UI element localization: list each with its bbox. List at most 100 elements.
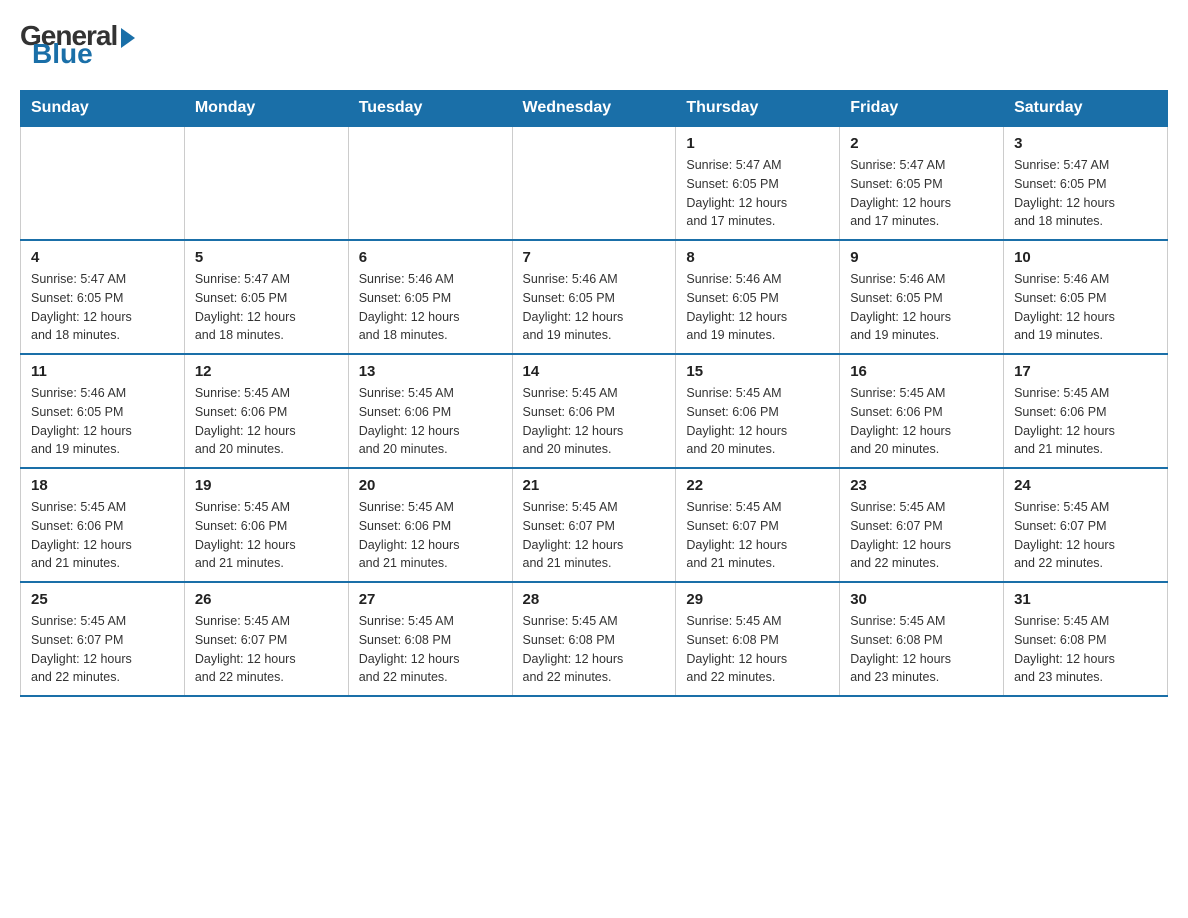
day-info: Sunrise: 5:47 AMSunset: 6:05 PMDaylight:… (850, 156, 993, 231)
calendar-week-row: 4 Sunrise: 5:47 AMSunset: 6:05 PMDaylight… (21, 240, 1168, 354)
day-info: Sunrise: 5:45 AMSunset: 6:08 PMDaylight:… (850, 612, 993, 687)
day-number: 11 (31, 363, 174, 380)
day-number: 27 (359, 591, 502, 608)
calendar-week-row: 18 Sunrise: 5:45 AMSunset: 6:06 PMDayligh… (21, 468, 1168, 582)
day-number: 21 (523, 477, 666, 494)
day-number: 15 (686, 363, 829, 380)
calendar-cell (348, 126, 512, 240)
day-info: Sunrise: 5:45 AMSunset: 6:06 PMDaylight:… (686, 384, 829, 459)
day-info: Sunrise: 5:45 AMSunset: 6:07 PMDaylight:… (523, 498, 666, 573)
calendar-week-row: 25 Sunrise: 5:45 AMSunset: 6:07 PMDayligh… (21, 582, 1168, 696)
calendar-cell: 16Sunrise: 5:45 AMSunset: 6:06 PMDayligh… (840, 354, 1004, 468)
calendar-cell: 9 Sunrise: 5:46 AMSunset: 6:05 PMDaylight… (840, 240, 1004, 354)
calendar-cell: 28 Sunrise: 5:45 AMSunset: 6:08 PMDayligh… (512, 582, 676, 696)
calendar-cell: 17Sunrise: 5:45 AMSunset: 6:06 PMDayligh… (1004, 354, 1168, 468)
calendar-cell: 27Sunrise: 5:45 AMSunset: 6:08 PMDayligh… (348, 582, 512, 696)
calendar-cell: 14 Sunrise: 5:45 AMSunset: 6:06 PMDayligh… (512, 354, 676, 468)
day-info: Sunrise: 5:45 AMSunset: 6:06 PMDaylight:… (523, 384, 666, 459)
calendar-header-tuesday: Tuesday (348, 91, 512, 127)
day-number: 9 (850, 249, 993, 266)
calendar-header-row: SundayMondayTuesdayWednesdayThursdayFrid… (21, 91, 1168, 127)
calendar-cell: 12 Sunrise: 5:45 AMSunset: 6:06 PMDayligh… (184, 354, 348, 468)
calendar-cell: 1Sunrise: 5:47 AMSunset: 6:05 PMDaylight… (676, 126, 840, 240)
day-number: 4 (31, 249, 174, 266)
calendar-header-saturday: Saturday (1004, 91, 1168, 127)
day-number: 3 (1014, 135, 1157, 152)
day-number: 2 (850, 135, 993, 152)
calendar-header-monday: Monday (184, 91, 348, 127)
day-info: Sunrise: 5:46 AMSunset: 6:05 PMDaylight:… (686, 270, 829, 345)
calendar-cell: 20 Sunrise: 5:45 AMSunset: 6:06 PMDayligh… (348, 468, 512, 582)
day-number: 6 (359, 249, 502, 266)
day-number: 28 (523, 591, 666, 608)
day-number: 24 (1014, 477, 1157, 494)
day-info: Sunrise: 5:45 AMSunset: 6:07 PMDaylight:… (31, 612, 174, 687)
day-number: 14 (523, 363, 666, 380)
day-info: Sunrise: 5:47 AMSunset: 6:05 PMDaylight:… (31, 270, 174, 345)
day-number: 20 (359, 477, 502, 494)
day-info: Sunrise: 5:45 AMSunset: 6:07 PMDaylight:… (686, 498, 829, 573)
day-number: 30 (850, 591, 993, 608)
calendar-cell: 24 Sunrise: 5:45 AMSunset: 6:07 PMDayligh… (1004, 468, 1168, 582)
day-info: Sunrise: 5:45 AMSunset: 6:08 PMDaylight:… (523, 612, 666, 687)
day-number: 31 (1014, 591, 1157, 608)
calendar-cell: 6 Sunrise: 5:46 AMSunset: 6:05 PMDaylight… (348, 240, 512, 354)
page-header: General Blue (20, 20, 1168, 70)
calendar-table: SundayMondayTuesdayWednesdayThursdayFrid… (20, 90, 1168, 697)
day-info: Sunrise: 5:45 AMSunset: 6:06 PMDaylight:… (1014, 384, 1157, 459)
calendar-cell (21, 126, 185, 240)
day-info: Sunrise: 5:46 AMSunset: 6:05 PMDaylight:… (523, 270, 666, 345)
calendar-cell: 10Sunrise: 5:46 AMSunset: 6:05 PMDayligh… (1004, 240, 1168, 354)
day-number: 25 (31, 591, 174, 608)
day-number: 19 (195, 477, 338, 494)
day-number: 22 (686, 477, 829, 494)
day-info: Sunrise: 5:45 AMSunset: 6:08 PMDaylight:… (686, 612, 829, 687)
day-number: 7 (523, 249, 666, 266)
day-info: Sunrise: 5:46 AMSunset: 6:05 PMDaylight:… (31, 384, 174, 459)
day-number: 29 (686, 591, 829, 608)
calendar-cell: 7 Sunrise: 5:46 AMSunset: 6:05 PMDaylight… (512, 240, 676, 354)
day-info: Sunrise: 5:45 AMSunset: 6:06 PMDaylight:… (359, 498, 502, 573)
calendar-cell: 19 Sunrise: 5:45 AMSunset: 6:06 PMDayligh… (184, 468, 348, 582)
day-number: 18 (31, 477, 174, 494)
day-info: Sunrise: 5:45 AMSunset: 6:06 PMDaylight:… (195, 498, 338, 573)
day-number: 23 (850, 477, 993, 494)
calendar-header-friday: Friday (840, 91, 1004, 127)
day-number: 12 (195, 363, 338, 380)
day-info: Sunrise: 5:45 AMSunset: 6:07 PMDaylight:… (1014, 498, 1157, 573)
calendar-cell: 11 Sunrise: 5:46 AMSunset: 6:05 PMDayligh… (21, 354, 185, 468)
calendar-cell: 25 Sunrise: 5:45 AMSunset: 6:07 PMDayligh… (21, 582, 185, 696)
day-info: Sunrise: 5:47 AMSunset: 6:05 PMDaylight:… (1014, 156, 1157, 231)
calendar-header-sunday: Sunday (21, 91, 185, 127)
day-info: Sunrise: 5:47 AMSunset: 6:05 PMDaylight:… (195, 270, 338, 345)
calendar-cell: 21 Sunrise: 5:45 AMSunset: 6:07 PMDayligh… (512, 468, 676, 582)
day-info: Sunrise: 5:47 AMSunset: 6:05 PMDaylight:… (686, 156, 829, 231)
calendar-header-wednesday: Wednesday (512, 91, 676, 127)
logo-arrow-icon (121, 28, 135, 48)
day-info: Sunrise: 5:45 AMSunset: 6:07 PMDaylight:… (850, 498, 993, 573)
calendar-cell: 3 Sunrise: 5:47 AMSunset: 6:05 PMDaylight… (1004, 126, 1168, 240)
day-number: 8 (686, 249, 829, 266)
calendar-week-row: 1Sunrise: 5:47 AMSunset: 6:05 PMDaylight… (21, 126, 1168, 240)
calendar-cell: 31Sunrise: 5:45 AMSunset: 6:08 PMDayligh… (1004, 582, 1168, 696)
calendar-cell: 4 Sunrise: 5:47 AMSunset: 6:05 PMDaylight… (21, 240, 185, 354)
day-info: Sunrise: 5:46 AMSunset: 6:05 PMDaylight:… (850, 270, 993, 345)
day-info: Sunrise: 5:45 AMSunset: 6:06 PMDaylight:… (359, 384, 502, 459)
day-info: Sunrise: 5:45 AMSunset: 6:06 PMDaylight:… (31, 498, 174, 573)
logo-blue-text: Blue (32, 38, 93, 70)
calendar-cell: 13 Sunrise: 5:45 AMSunset: 6:06 PMDayligh… (348, 354, 512, 468)
day-number: 13 (359, 363, 502, 380)
day-number: 10 (1014, 249, 1157, 266)
day-info: Sunrise: 5:46 AMSunset: 6:05 PMDaylight:… (359, 270, 502, 345)
calendar-cell (184, 126, 348, 240)
calendar-cell: 15 Sunrise: 5:45 AMSunset: 6:06 PMDayligh… (676, 354, 840, 468)
day-info: Sunrise: 5:45 AMSunset: 6:07 PMDaylight:… (195, 612, 338, 687)
day-info: Sunrise: 5:45 AMSunset: 6:06 PMDaylight:… (195, 384, 338, 459)
calendar-cell: 8 Sunrise: 5:46 AMSunset: 6:05 PMDaylight… (676, 240, 840, 354)
calendar-cell: 30 Sunrise: 5:45 AMSunset: 6:08 PMDayligh… (840, 582, 1004, 696)
calendar-cell: 29 Sunrise: 5:45 AMSunset: 6:08 PMDayligh… (676, 582, 840, 696)
day-number: 26 (195, 591, 338, 608)
calendar-week-row: 11 Sunrise: 5:46 AMSunset: 6:05 PMDayligh… (21, 354, 1168, 468)
calendar-cell: 22 Sunrise: 5:45 AMSunset: 6:07 PMDayligh… (676, 468, 840, 582)
calendar-cell: 2 Sunrise: 5:47 AMSunset: 6:05 PMDaylight… (840, 126, 1004, 240)
